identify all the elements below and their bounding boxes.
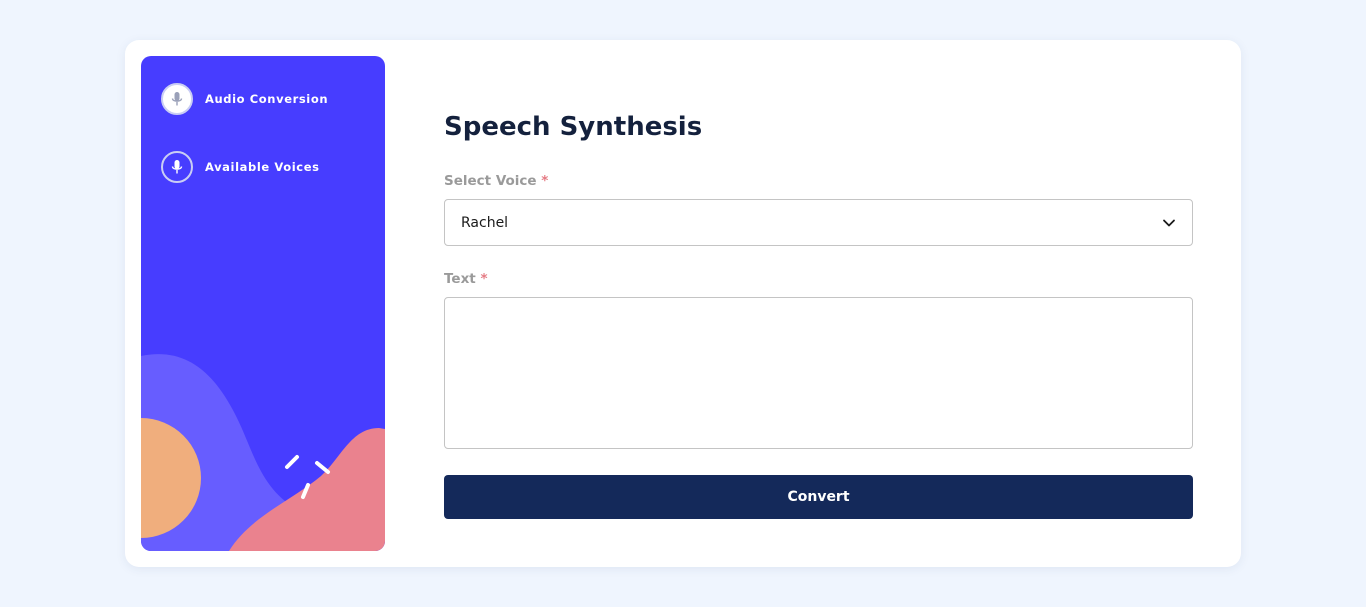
text-label: Text * — [444, 271, 488, 287]
sparkle-line — [315, 461, 330, 474]
text-input[interactable] — [444, 297, 1193, 449]
sidebar-item-label: Available Voices — [205, 160, 320, 174]
sidebar-decoration — [141, 354, 385, 551]
voice-select[interactable]: Rachel — [444, 199, 1193, 246]
sidebar-item-label: Audio Conversion — [205, 92, 329, 106]
main-panel: Speech Synthesis Select Voice * Rachel T… — [444, 40, 1193, 567]
select-voice-label-text: Select Voice — [444, 173, 537, 189]
required-mark: * — [541, 173, 549, 189]
chevron-down-icon — [1163, 219, 1175, 226]
voice-select-value: Rachel — [461, 214, 509, 231]
microphone-icon — [161, 151, 193, 183]
convert-button[interactable]: Convert — [444, 475, 1193, 519]
page-title: Speech Synthesis — [444, 112, 703, 142]
sidebar-item-audio-conversion[interactable]: Audio Conversion — [161, 83, 328, 115]
required-mark: * — [480, 271, 488, 287]
sparkle-line — [285, 455, 299, 469]
sidebar: Audio Conversion Available Voices — [141, 56, 385, 551]
text-label-text: Text — [444, 271, 476, 287]
select-voice-label: Select Voice * — [444, 173, 548, 189]
main-card: Audio Conversion Available Voices Speech… — [125, 40, 1241, 567]
sidebar-item-available-voices[interactable]: Available Voices — [161, 151, 320, 183]
microphone-icon — [161, 83, 193, 115]
